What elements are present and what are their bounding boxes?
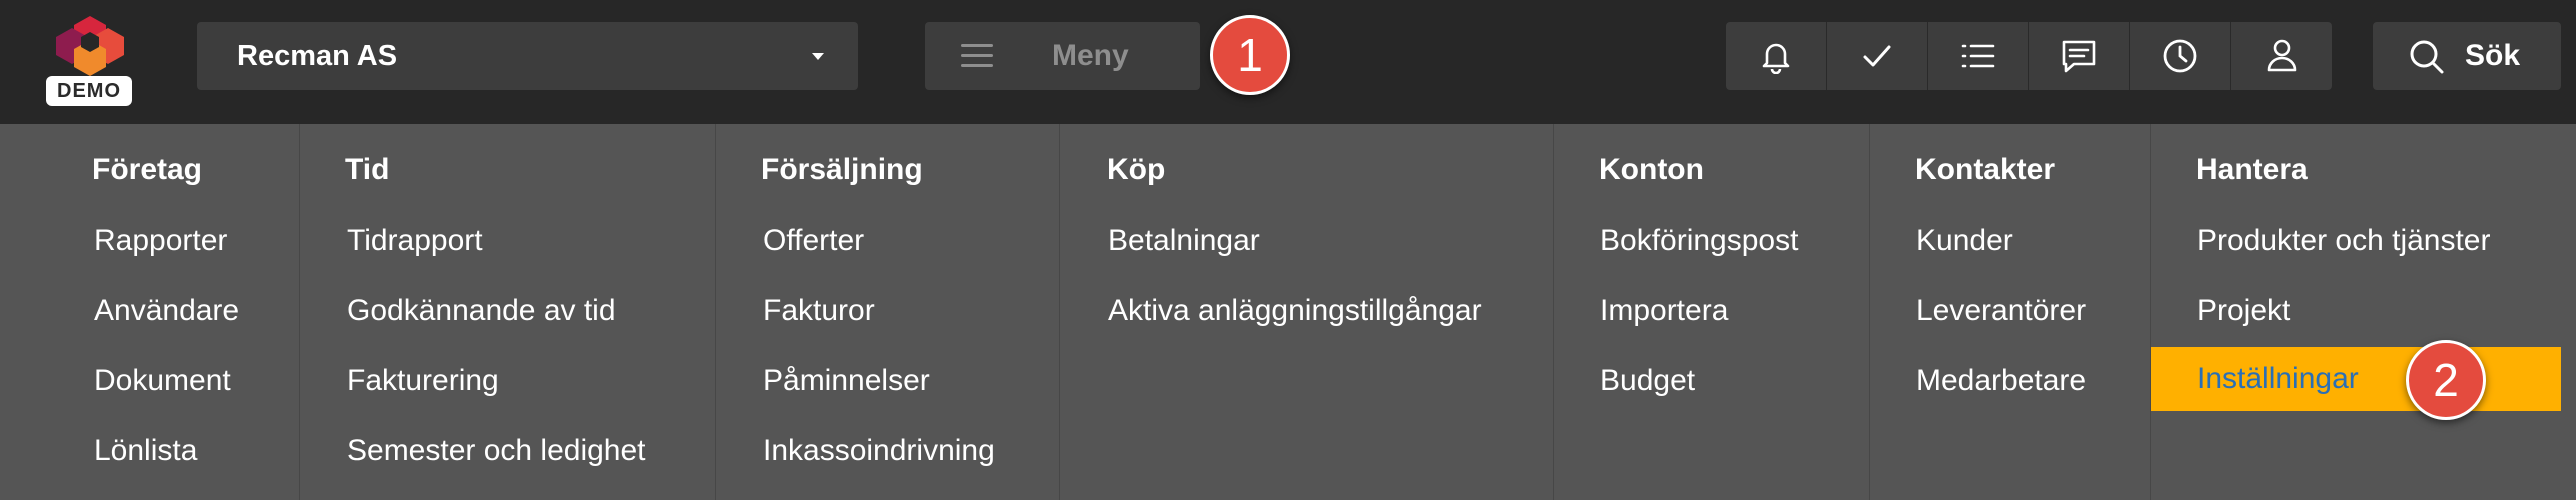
menu-item-inkassoindrivning[interactable]: Inkassoindrivning	[763, 431, 995, 471]
menu-item-projekt[interactable]: Projekt	[2197, 291, 2290, 331]
check-icon	[1863, 45, 1891, 67]
menu-heading-foretag: Företag	[92, 153, 203, 186]
hamburger-icon	[961, 44, 993, 68]
menu-item-installningar[interactable]: Inställningar	[2151, 347, 2561, 411]
profile-button[interactable]	[2231, 22, 2332, 90]
toolbar-icon-group	[1726, 22, 2332, 90]
menu-item-medarbetare[interactable]: Medarbetare	[1916, 361, 2086, 401]
menu-item-dokument[interactable]: Dokument	[94, 361, 231, 401]
menu-heading-konton: Konton	[1599, 153, 1704, 186]
step-badge-1: 1	[1210, 15, 1290, 95]
menu-item-leverantorer[interactable]: Leverantörer	[1916, 291, 2086, 331]
menu-item-semester-och-ledighet[interactable]: Semester och ledighet	[347, 431, 646, 471]
menu-column-kontakter: Kontakter Kunder Leverantörer Medarbetar…	[1870, 124, 2151, 500]
menu-heading-kontakter: Kontakter	[1915, 153, 2056, 186]
company-name: Recman AS	[237, 40, 398, 72]
demo-logo[interactable]: DEMO	[44, 14, 136, 110]
menu-item-kunder[interactable]: Kunder	[1916, 221, 2013, 261]
search-button-label: Sök	[2465, 39, 2521, 72]
messages-button[interactable]	[2029, 22, 2130, 90]
menu-column-forsaljning: Försäljning Offerter Fakturor Påminnelse…	[716, 124, 1060, 500]
menu-item-anvandare[interactable]: Användare	[94, 291, 239, 331]
menu-item-importera[interactable]: Importera	[1600, 291, 1728, 331]
user-icon	[2267, 39, 2296, 72]
menu-item-lonlista[interactable]: Lönlista	[94, 431, 197, 471]
search-icon	[2410, 40, 2444, 74]
top-navigation-bar: DEMO Recman AS Meny 1 Sök	[0, 0, 2576, 124]
tasks-button[interactable]	[1827, 22, 1928, 90]
menu-column-konton: Konton Bokföringspost Importera Budget	[1554, 124, 1870, 500]
chevron-down-icon	[812, 53, 824, 60]
menu-item-produkter-och-tjanster[interactable]: Produkter och tjänster	[2197, 221, 2490, 261]
demo-badge: DEMO	[46, 76, 132, 106]
menu-heading-hantera: Hantera	[2196, 153, 2308, 186]
menu-item-aktiva-anlaggningstillgangar[interactable]: Aktiva anläggningstillgångar	[1108, 291, 1482, 331]
menu-column-kop: Köp Betalningar Aktiva anläggningstillgå…	[1060, 124, 1554, 500]
bell-icon	[1762, 43, 1790, 74]
menu-item-fakturor[interactable]: Fakturor	[763, 291, 875, 331]
search-button[interactable]: Sök	[2373, 22, 2561, 90]
list-button[interactable]	[1928, 22, 2029, 90]
history-button[interactable]	[2130, 22, 2231, 90]
list-icon	[1961, 44, 1995, 68]
menu-heading-kop: Köp	[1107, 153, 1166, 186]
menu-item-rapporter[interactable]: Rapporter	[94, 221, 227, 261]
mega-menu: Företag Rapporter Användare Dokument Lön…	[0, 124, 2576, 500]
menu-item-tidrapport[interactable]: Tidrapport	[347, 221, 483, 261]
menu-item-bokforingspost[interactable]: Bokföringspost	[1600, 221, 1798, 261]
menu-item-godkannande-av-tid[interactable]: Godkännande av tid	[347, 291, 616, 331]
menu-button[interactable]: Meny	[925, 22, 1200, 90]
menu-heading-forsaljning: Försäljning	[761, 153, 923, 186]
menu-column-foretag: Företag Rapporter Användare Dokument Lön…	[0, 124, 300, 500]
logo-mark-icon	[56, 16, 124, 76]
menu-column-hantera: Hantera Produkter och tjänster Projekt I…	[2151, 124, 2576, 500]
clock-icon	[2163, 39, 2197, 73]
menu-item-betalningar[interactable]: Betalningar	[1108, 221, 1260, 261]
menu-item-offerter[interactable]: Offerter	[763, 221, 864, 261]
menu-item-budget[interactable]: Budget	[1600, 361, 1695, 401]
company-selector[interactable]: Recman AS	[197, 22, 858, 90]
menu-heading-tid: Tid	[345, 153, 390, 186]
menu-item-paminnelser[interactable]: Påminnelser	[763, 361, 930, 401]
menu-item-fakturering[interactable]: Fakturering	[347, 361, 499, 401]
chat-icon	[2062, 40, 2096, 73]
menu-button-label: Meny	[1052, 39, 1129, 72]
menu-column-tid: Tid Tidrapport Godkännande av tid Faktur…	[300, 124, 716, 500]
notifications-button[interactable]	[1726, 22, 1827, 90]
step-badge-2: 2	[2406, 340, 2486, 420]
